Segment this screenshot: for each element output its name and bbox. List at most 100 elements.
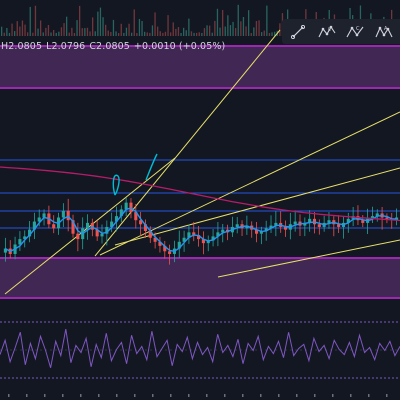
volume-bar bbox=[229, 25, 232, 36]
volume-bar bbox=[271, 32, 273, 36]
time-tick bbox=[8, 394, 10, 397]
volume-bar bbox=[206, 25, 208, 36]
volume-bar bbox=[175, 28, 177, 36]
volume-bar bbox=[63, 23, 65, 36]
volume-bar bbox=[131, 32, 133, 36]
volume-bar bbox=[58, 31, 60, 36]
time-tick bbox=[368, 394, 370, 397]
change-value: +0.0010 (+0.05%) bbox=[133, 41, 226, 52]
support-zone bbox=[0, 258, 400, 298]
freehand-mark bbox=[112, 174, 120, 196]
volume-bar bbox=[40, 20, 42, 36]
volume-bar bbox=[92, 17, 94, 36]
trend-line-2 bbox=[99, 111, 400, 256]
volume-bar bbox=[253, 27, 255, 36]
volume-bar bbox=[50, 32, 52, 36]
volume-bar bbox=[263, 30, 265, 36]
volume-bar bbox=[32, 32, 34, 36]
volume-bar bbox=[99, 7, 102, 36]
time-tick bbox=[314, 394, 316, 397]
volume-bar bbox=[21, 20, 24, 36]
volume-bar bbox=[180, 33, 182, 36]
volume-bar bbox=[141, 21, 143, 36]
time-tick bbox=[152, 394, 154, 397]
time-tick bbox=[206, 394, 208, 397]
volume-bar bbox=[29, 6, 31, 37]
chart-canvas[interactable] bbox=[0, 0, 400, 400]
time-tick bbox=[224, 394, 226, 397]
volume-bar bbox=[73, 33, 76, 36]
volume-bar bbox=[60, 27, 63, 36]
candle-body bbox=[168, 251, 172, 254]
volume-bar bbox=[242, 17, 245, 36]
volume-bar bbox=[157, 26, 159, 36]
volume-bar bbox=[47, 25, 50, 36]
drawing-toolbar: B C A bbox=[282, 19, 400, 44]
time-tick bbox=[242, 394, 244, 397]
low-value: L2.0796 bbox=[46, 41, 86, 52]
volume-bar bbox=[266, 5, 268, 36]
volume-bar bbox=[89, 31, 91, 36]
volume-bar bbox=[235, 28, 237, 36]
volume-bar bbox=[97, 11, 99, 36]
volume-bar bbox=[8, 32, 11, 36]
moving-average-slow bbox=[0, 166, 400, 222]
svg-text:A: A bbox=[384, 26, 388, 32]
volume-bar bbox=[105, 24, 107, 36]
volume-bar bbox=[66, 16, 68, 36]
volume-bar bbox=[133, 9, 135, 36]
volume-bar bbox=[19, 26, 21, 36]
candles bbox=[3, 197, 399, 265]
volume-bar bbox=[144, 31, 146, 36]
volume-bar bbox=[24, 24, 26, 36]
volume-bar bbox=[138, 19, 141, 36]
volume-bar bbox=[245, 26, 247, 36]
time-tick bbox=[278, 394, 280, 397]
volume-bar bbox=[224, 26, 226, 36]
volume-bar bbox=[118, 33, 120, 36]
volume-bar bbox=[167, 15, 169, 36]
volume-bar bbox=[37, 28, 39, 36]
pattern-abcd-icon[interactable]: C bbox=[345, 22, 365, 42]
volume-bar bbox=[128, 23, 130, 36]
freehand-mark bbox=[145, 153, 158, 181]
volume-bar bbox=[198, 32, 200, 36]
candle-body bbox=[100, 233, 104, 237]
time-tick bbox=[386, 394, 388, 397]
volume-bar bbox=[115, 31, 117, 36]
volume-bar bbox=[76, 20, 78, 36]
volume-bar bbox=[227, 15, 229, 37]
candle-body bbox=[61, 210, 65, 218]
volume-bar bbox=[188, 18, 190, 36]
volume-bar bbox=[11, 23, 13, 36]
volume-bar bbox=[81, 28, 83, 36]
volume-bar bbox=[94, 31, 96, 36]
time-tick bbox=[44, 394, 46, 397]
time-tick bbox=[188, 394, 190, 397]
svg-text:B: B bbox=[328, 27, 331, 32]
candle-body bbox=[76, 233, 80, 240]
volume-bar bbox=[268, 33, 271, 36]
pattern-triangle-icon[interactable]: A bbox=[374, 22, 394, 42]
trend-line-icon[interactable] bbox=[288, 22, 308, 42]
resistance-zone bbox=[0, 46, 400, 88]
high-value: H2.0805 bbox=[1, 41, 43, 52]
volume-bar bbox=[120, 23, 122, 36]
time-tick bbox=[62, 394, 64, 397]
volume-bar bbox=[216, 8, 219, 37]
volume-bar bbox=[71, 27, 73, 36]
time-tick bbox=[350, 394, 352, 397]
trading-chart[interactable]: H2.0805 L2.0796 C2.0805 +0.0010 (+0.05%) B … bbox=[0, 0, 400, 400]
oscillator-line bbox=[0, 329, 400, 368]
volume-bar bbox=[55, 32, 57, 36]
svg-text:C: C bbox=[356, 26, 360, 32]
volume-bar bbox=[79, 5, 81, 37]
volume-bar bbox=[16, 21, 18, 36]
pattern-xabcd-icon[interactable]: B bbox=[317, 22, 337, 42]
volume-bar bbox=[162, 32, 164, 36]
volume-bar bbox=[123, 32, 125, 36]
volume-bar bbox=[14, 31, 16, 36]
time-tick bbox=[80, 394, 82, 397]
volume-bar bbox=[110, 32, 112, 36]
time-tick bbox=[98, 394, 100, 397]
